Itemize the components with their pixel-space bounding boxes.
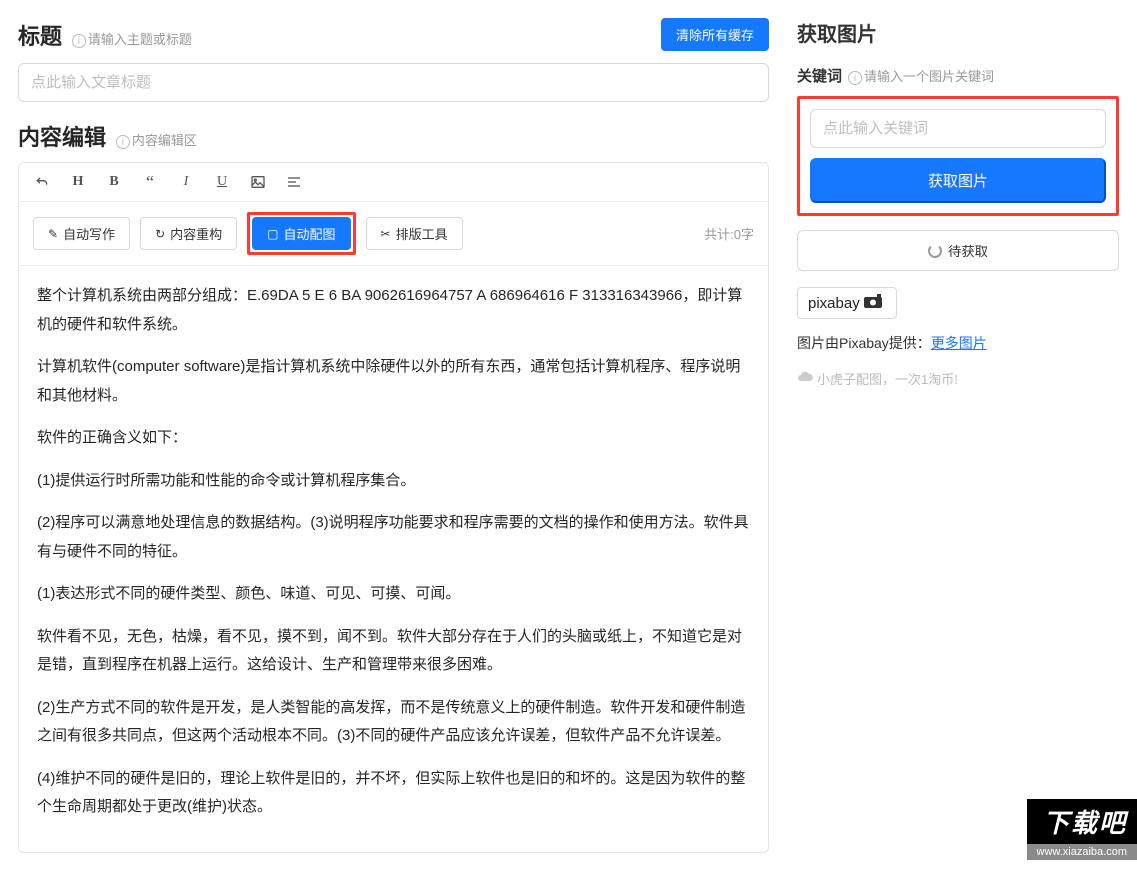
watermark-url: www.xiazaiba.com (1027, 844, 1137, 860)
paragraph: (2)生产方式不同的软件是开发，是人类智能的高发挥，而不是传统意义上的硬件制造。… (37, 694, 750, 751)
auto-image-button[interactable]: ▢自动配图 (252, 217, 350, 250)
pencil-icon: ✎ (48, 227, 58, 241)
info-icon: i (848, 71, 862, 85)
watermark-title: 下载吧 (1027, 799, 1137, 844)
paragraph: 计算机软件(computer software)是指计算机系统中除硬件以外的所有… (37, 353, 750, 410)
pending-button[interactable]: 待获取 (797, 230, 1119, 271)
paragraph: (4)维护不同的硬件是旧的，理论上软件是旧的，并不坏，但实际上软件也是旧的和坏的… (37, 765, 750, 822)
keyword-highlight-box: 获取图片 (797, 96, 1119, 216)
layout-tool-button[interactable]: ✂排版工具 (366, 217, 463, 250)
footer-note: 小虎子配图，一次1淘币! (797, 369, 1119, 388)
keyword-hint: i请输入一个图片关键词 (848, 66, 994, 85)
bold-icon[interactable]: B (105, 173, 123, 191)
more-images-link[interactable]: 更多图片 (931, 335, 987, 351)
format-toolbar: H B “ I U (19, 163, 768, 202)
editor-section-hint: i内容编辑区 (116, 133, 197, 148)
watermark: 下载吧 www.xiazaiba.com (1027, 799, 1137, 860)
clear-cache-button[interactable]: 清除所有缓存 (661, 18, 769, 51)
paragraph: (1)表达形式不同的硬件类型、颜色、味道、可见、可摸、可闻。 (37, 580, 750, 609)
info-icon: i (72, 34, 86, 48)
editor-section-label: 内容编辑 (18, 125, 106, 150)
refresh-icon: ↻ (155, 227, 165, 241)
article-title-input[interactable] (18, 63, 769, 102)
pixabay-badge: pixabay (797, 287, 897, 319)
paragraph: (1)提供运行时所需功能和性能的命令或计算机程序集合。 (37, 467, 750, 496)
align-left-icon[interactable] (285, 173, 303, 191)
editor-box: H B “ I U ✎自动写作 ↻内容重构 ▢自动配图 ✂排版工具 共计:0字 (18, 162, 769, 853)
layout-icon: ✂ (381, 227, 391, 241)
keyword-input[interactable] (810, 109, 1106, 148)
editor-content[interactable]: 整个计算机系统由两部分组成：E.69DA 5 E 6 BA 9062616964… (19, 266, 768, 852)
sidebar-title: 获取图片 (797, 18, 1119, 47)
paragraph: 软件看不见，无色，枯燥，看不见，摸不到，闻不到。软件大部分存在于人们的头脑或纸上… (37, 623, 750, 680)
italic-icon[interactable]: I (177, 173, 195, 191)
camera-icon (864, 294, 886, 312)
char-count: 共计:0字 (704, 224, 754, 243)
title-label: 标题 (18, 24, 62, 49)
title-header: 标题 i请输入主题或标题 清除所有缓存 (18, 18, 769, 51)
image-icon: ▢ (267, 227, 278, 241)
quote-icon[interactable]: “ (141, 173, 159, 191)
title-hint: i请输入主题或标题 (72, 32, 192, 47)
spinner-icon (928, 244, 942, 258)
paragraph: 整个计算机系统由两部分组成：E.69DA 5 E 6 BA 9062616964… (37, 282, 750, 339)
info-icon: i (116, 135, 130, 149)
highlight-box: ▢自动配图 (247, 212, 355, 255)
auto-write-button[interactable]: ✎自动写作 (33, 217, 130, 250)
get-image-button[interactable]: 获取图片 (810, 158, 1106, 203)
keyword-label: 关键词 i请输入一个图片关键词 (797, 65, 1119, 86)
paragraph: 软件的正确含义如下： (37, 424, 750, 453)
image-credit: 图片由Pixabay提供：更多图片 (797, 333, 1119, 353)
cloud-icon (797, 371, 813, 386)
underline-icon[interactable]: U (213, 173, 231, 191)
action-toolbar: ✎自动写作 ↻内容重构 ▢自动配图 ✂排版工具 共计:0字 (19, 202, 768, 266)
undo-icon[interactable] (33, 173, 51, 191)
paragraph: (2)程序可以满意地处理信息的数据结构。(3)说明程序功能要求和程序需要的文档的… (37, 509, 750, 566)
image-icon[interactable] (249, 173, 267, 191)
content-reconstruct-button[interactable]: ↻内容重构 (140, 217, 237, 250)
heading-icon[interactable]: H (69, 173, 87, 191)
